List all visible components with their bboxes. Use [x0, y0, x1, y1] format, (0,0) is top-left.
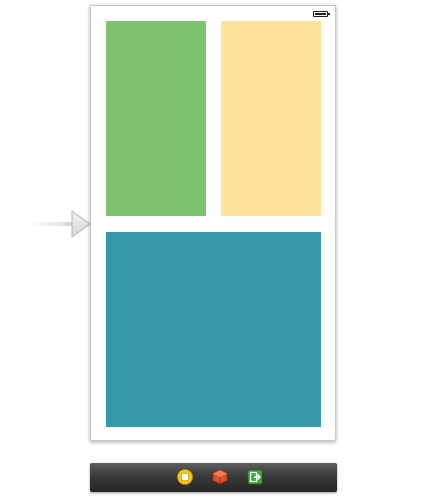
- battery-icon: [313, 11, 330, 17]
- first-responder-icon[interactable]: [212, 469, 228, 485]
- green-view[interactable]: [106, 21, 206, 216]
- view-controller-icon[interactable]: [177, 469, 193, 485]
- exit-icon[interactable]: [247, 469, 263, 485]
- yellow-view[interactable]: [221, 21, 321, 216]
- storyboard-canvas: [0, 0, 423, 500]
- initial-scene-arrow-icon[interactable]: [14, 209, 92, 239]
- scene-dock: [90, 463, 337, 492]
- view-controller-scene[interactable]: [90, 5, 336, 441]
- teal-view[interactable]: [106, 232, 321, 427]
